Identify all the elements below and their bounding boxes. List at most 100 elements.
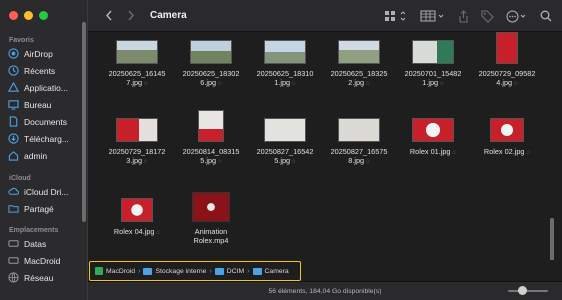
sidebar-item-bureau[interactable]: Bureau [8, 99, 84, 110]
file-name: 20250814_08315 5.jpg ◌ [182, 147, 240, 165]
finder-window: Favoris AirDrop Récents Applicatio... Bu… [0, 0, 562, 300]
file-name: 20250701_15482 1.jpg ◌ [404, 69, 462, 87]
sidebar-item-label: admin [24, 150, 48, 161]
back-button[interactable] [100, 7, 118, 25]
status-text: 56 éléments, 184,04 Go disponible(s) [268, 287, 382, 295]
file-name: 20250625_18310 1.jpg ◌ [256, 69, 314, 87]
file-thumbnail [190, 40, 232, 64]
breadcrumb-separator: › [138, 267, 141, 275]
file-item[interactable]: 20250625_16145 7.jpg ◌ [100, 40, 174, 89]
close-button[interactable] [9, 11, 18, 20]
network-icon [8, 272, 19, 283]
sidebar-section-favoris: Favoris [9, 37, 34, 44]
file-thumbnail [412, 40, 454, 64]
minimize-button[interactable] [24, 11, 33, 20]
toolbar: Camera [88, 0, 562, 32]
airdrop-icon [8, 48, 19, 59]
sidebar-item-label: Télécharg... [24, 133, 69, 144]
file-item[interactable]: 20250701_15482 1.jpg ◌ [396, 40, 470, 89]
zoom-button[interactable] [39, 11, 48, 20]
sidebar-item-documents[interactable]: Documents [8, 116, 84, 127]
cloud-download-icon: ◌ [514, 81, 518, 87]
search-icon [540, 10, 552, 22]
file-item[interactable]: 20250729_18172 3.jpg ◌ [100, 118, 174, 167]
file-item[interactable]: 20250625_18302 6.jpg ◌ [174, 40, 248, 89]
file-item[interactable]: 20250625_18325 2.jpg ◌ [322, 40, 396, 89]
sidebar-item-label: Partagé [24, 203, 54, 214]
sidebar-item-icloud-drive[interactable]: iCloud Dri... [8, 186, 84, 197]
document-icon [8, 116, 19, 127]
cloud-download-icon: ◌ [440, 81, 444, 87]
tag-button[interactable] [481, 8, 494, 24]
forward-button[interactable] [122, 7, 140, 25]
sidebar-item-airdrop[interactable]: AirDrop [8, 48, 84, 59]
file-item[interactable]: Animation Rolex.mp4 [174, 192, 248, 245]
video-thumbnail [192, 192, 230, 222]
file-item[interactable]: Rolex 04.jpg ◌ [100, 198, 174, 238]
file-item[interactable]: Rolex 01.jpg ◌ [396, 118, 470, 158]
sidebar-item-reseau[interactable]: Réseau [8, 272, 84, 283]
breadcrumb-camera[interactable]: Camera [252, 267, 289, 275]
content-scrollbar[interactable] [550, 218, 554, 260]
file-name: 20250729_09582 4.jpg ◌ [478, 69, 536, 87]
file-item[interactable]: Rolex 02.jpg ◌ [470, 118, 544, 158]
breadcrumb-separator: › [209, 267, 212, 275]
file-name: 20250827_16575 8.jpg ◌ [330, 147, 388, 165]
more-actions-button[interactable] [506, 8, 528, 24]
file-item[interactable]: 20250814_08315 5.jpg ◌ [174, 110, 248, 167]
sidebar-item-admin[interactable]: admin [8, 150, 84, 161]
sidebar-item-label: Datas [24, 238, 47, 249]
share-icon [459, 9, 468, 23]
cloud-download-icon: ◌ [292, 81, 296, 87]
chevron-right-icon [128, 10, 135, 21]
breadcrumb-dcim[interactable]: DCIM [214, 267, 244, 275]
group-button[interactable] [420, 8, 446, 24]
file-thumbnail [412, 118, 454, 142]
sidebar-section-icloud: iCloud [9, 175, 31, 182]
file-item[interactable]: 20250827_16542 5.jpg ◌ [248, 118, 322, 167]
sidebar-item-telechargements[interactable]: Télécharg... [8, 133, 84, 144]
grid-view-icon [385, 11, 406, 21]
sidebar-item-label: Documents [24, 116, 67, 127]
file-item[interactable]: 20250827_16575 8.jpg ◌ [322, 118, 396, 167]
cloud-download-icon: ◌ [156, 230, 161, 236]
breadcrumb-stockage-interne[interactable]: Stockage interne [143, 267, 206, 275]
home-icon [8, 150, 19, 161]
search-button[interactable] [540, 8, 552, 24]
slider-knob[interactable] [518, 286, 527, 295]
sidebar-item-label: Bureau [24, 99, 52, 110]
view-mode-button[interactable] [384, 8, 408, 24]
file-item[interactable]: 20250729_09582 4.jpg ◌ [470, 32, 544, 89]
file-thumbnail [121, 198, 153, 222]
status-bar: 56 éléments, 184,04 Go disponible(s) [88, 281, 562, 300]
file-grid: 20250625_16145 7.jpg ◌ 20250625_18302 6.jp… [88, 32, 556, 260]
breadcrumb-macdroid[interactable]: MacDroid [95, 267, 135, 275]
file-item[interactable]: 20250625_18310 1.jpg ◌ [248, 40, 322, 89]
sidebar-scrollbar[interactable] [82, 22, 86, 222]
cloud-download-icon: ◌ [526, 150, 531, 156]
drive-icon [8, 238, 19, 249]
sidebar-item-partage[interactable]: Partagé [8, 203, 84, 214]
sidebar-item-datas[interactable]: Datas [8, 238, 84, 249]
folder-icon [252, 267, 262, 275]
file-name: Animation Rolex.mp4 [193, 227, 229, 245]
cloud-download-icon: ◌ [218, 81, 222, 87]
cloud-download-icon: ◌ [144, 159, 148, 165]
sidebar-item-recents[interactable]: Récents [8, 65, 84, 76]
cloud-download-icon: ◌ [218, 159, 222, 165]
sidebar-item-label: Applicatio... [24, 82, 68, 93]
window-title: Camera [150, 10, 187, 21]
share-button[interactable] [458, 8, 469, 24]
sidebar: Favoris AirDrop Récents Applicatio... Bu… [0, 0, 88, 300]
file-thumbnail [496, 32, 518, 64]
file-thumbnail [198, 110, 224, 142]
sidebar-item-macdroid[interactable]: MacDroid [8, 255, 84, 266]
folder-icon [143, 267, 153, 275]
icon-size-slider[interactable] [508, 286, 548, 295]
breadcrumb-separator: › [247, 267, 250, 275]
download-icon [8, 133, 19, 144]
path-bar: MacDroid › Stockage interne › DCIM › Cam… [89, 261, 301, 281]
sidebar-item-applications[interactable]: Applicatio... [8, 82, 84, 93]
file-thumbnail [338, 118, 380, 142]
cloud-download-icon: ◌ [292, 159, 296, 165]
